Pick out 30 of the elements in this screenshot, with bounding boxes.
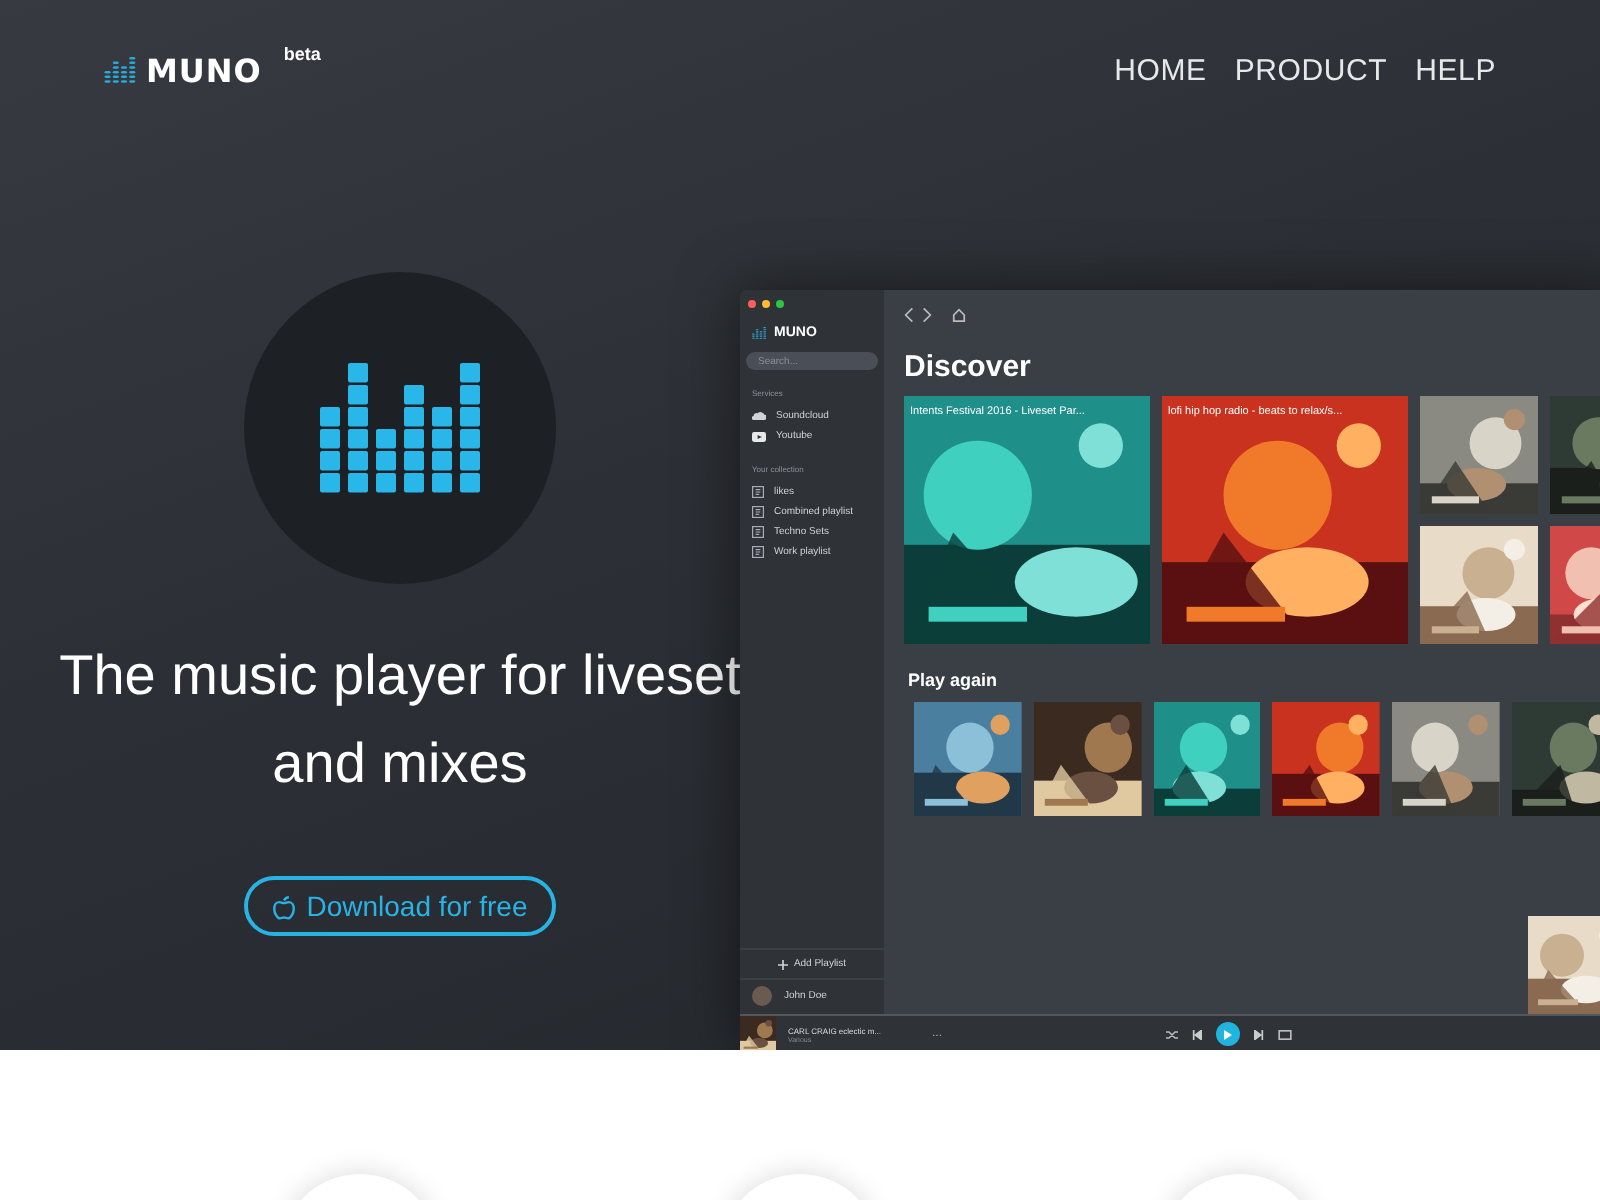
forward-icon[interactable] [922,307,932,321]
download-button[interactable]: Download for free [244,876,556,936]
logo-text: MUNO [146,51,262,89]
section-title: Discover [904,350,1033,384]
previous-icon[interactable] [1192,1029,1203,1039]
playlist-icon [752,526,764,538]
play-button[interactable] [1216,1022,1241,1046]
playlist-icon [752,506,764,518]
section-title: Play again [908,670,1000,690]
play-icon [1224,1029,1233,1039]
playlist-icon [752,486,764,498]
playlist-icon [752,546,764,558]
hero-title: The music player for liveset and mixes [59,642,741,798]
plus-icon [777,959,788,969]
nav-link[interactable]: HELP [1415,53,1496,87]
apple-icon [272,893,297,919]
screen-icon[interactable] [1278,1029,1293,1039]
nav-link[interactable]: PRODUCT [1234,53,1388,87]
cloud-icon [752,412,766,420]
back-icon[interactable] [904,307,914,321]
avatar [752,986,772,1006]
nav-link[interactable]: HOME [1114,53,1207,87]
beta-label: beta [283,43,321,63]
shuffle-icon[interactable] [1166,1029,1179,1039]
logo-icon [104,56,140,84]
home-icon[interactable] [952,307,966,321]
next-icon[interactable] [1254,1029,1265,1039]
logo-icon [752,326,768,340]
equalizer-icon [320,362,480,494]
video-icon [752,431,766,441]
